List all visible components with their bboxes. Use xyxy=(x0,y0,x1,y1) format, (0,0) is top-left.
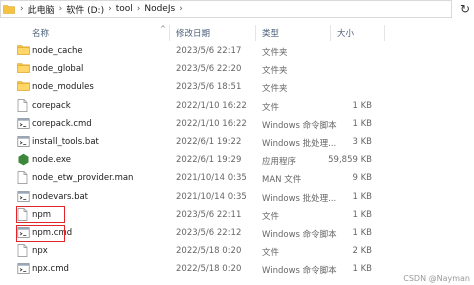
file-date: 2022/5/18 0:20 xyxy=(176,264,242,275)
file-row[interactable]: install_tools.bat 2022/6/1 19:22 Windows 批… xyxy=(0,133,474,151)
column-divider[interactable] xyxy=(255,25,256,41)
file-icon xyxy=(17,171,30,185)
file-size: 1 KB xyxy=(352,227,372,238)
file-type: MAN 文件 xyxy=(262,175,302,186)
cmd-icon xyxy=(17,117,30,130)
file-name: node_etw_provider.man xyxy=(32,173,134,184)
folder-nav-icon xyxy=(2,3,16,15)
column-name[interactable]: 名称 xyxy=(32,27,49,39)
breadcrumb-this-pc[interactable]: 此电脑 xyxy=(28,3,55,16)
file-date: 2022/5/18 0:20 xyxy=(176,246,242,257)
file-type: 文件 xyxy=(262,211,280,222)
file-date: 2022/1/10 16:22 xyxy=(176,118,247,129)
file-date: 2021/10/14 0:35 xyxy=(176,191,247,202)
breadcrumb-separator[interactable]: › xyxy=(179,4,183,14)
file-row[interactable]: nodevars.bat 2021/10/14 0:35 Windows 批处理..… xyxy=(0,188,474,206)
file-row[interactable]: node.exe 2022/6/1 19:29 应用程序 59,859 KB xyxy=(0,151,474,169)
file-icon xyxy=(17,244,30,257)
file-date: 2023/5/6 22:20 xyxy=(176,64,242,75)
file-row[interactable]: npm.cmd 2023/5/6 22:12 Windows 命令脚本 1 KB xyxy=(0,224,474,242)
file-size: 9 KB xyxy=(352,173,372,184)
cmd-icon xyxy=(17,262,30,275)
file-date: 2023/5/6 22:17 xyxy=(176,46,242,56)
file-name: npx.cmd xyxy=(32,264,69,275)
breadcrumb-separator[interactable]: › xyxy=(59,4,63,14)
file-size: 1 KB xyxy=(352,118,372,129)
file-date: 2023/5/6 18:51 xyxy=(176,82,242,93)
file-name: npx xyxy=(32,246,48,257)
file-explorer-window: › 此电脑 › 软件 (D:) › tool › NodeJs › ↻ ^ 名称… xyxy=(0,0,474,285)
file-size: 1 KB xyxy=(352,100,372,111)
file-date: 2022/6/1 19:29 xyxy=(176,155,242,166)
file-name: nodevars.bat xyxy=(32,191,89,202)
file-row[interactable]: npm 2023/5/6 22:11 文件 1 KB xyxy=(0,206,474,224)
cmd-icon xyxy=(17,135,30,148)
column-divider[interactable] xyxy=(169,25,170,41)
sort-up-icon: ^ xyxy=(160,25,166,33)
file-name: corepack xyxy=(32,100,71,111)
breadcrumb-nodejs[interactable]: NodeJs xyxy=(144,4,175,14)
folder-icon xyxy=(17,62,30,75)
file-type: 文件夹 xyxy=(262,48,288,58)
watermark: CSDN @Nayman xyxy=(403,274,470,283)
file-row[interactable]: corepack.cmd 2022/1/10 16:22 Windows 命令脚本 1… xyxy=(0,115,474,133)
file-row[interactable]: node_global 2023/5/6 22:20 文件夹 xyxy=(0,60,474,78)
file-list: node_cache 2023/5/6 22:17 文件夹 node_global 20… xyxy=(0,42,474,278)
column-date[interactable]: 修改日期 xyxy=(176,27,210,39)
breadcrumb-separator[interactable]: › xyxy=(137,4,141,14)
address-bar[interactable]: › 此电脑 › 软件 (D:) › tool › NodeJs › xyxy=(0,0,452,18)
breadcrumb-separator: › xyxy=(20,4,24,14)
file-date: 2022/6/1 19:22 xyxy=(176,136,242,147)
file-size: 2 KB xyxy=(352,246,372,257)
file-icon xyxy=(17,98,30,112)
breadcrumb-tool[interactable]: tool xyxy=(116,4,133,14)
file-row[interactable]: node_etw_provider.man 2021/10/14 0:35 MAN … xyxy=(0,169,474,187)
file-size: 1 KB xyxy=(352,191,372,202)
file-row[interactable]: corepack 2022/1/10 16:22 文件 1 KB xyxy=(0,97,474,115)
folder-icon xyxy=(17,44,30,57)
file-size: 1 KB xyxy=(352,209,372,220)
file-type: 文件 xyxy=(262,102,280,113)
column-size[interactable]: 大小 xyxy=(337,27,354,39)
file-row[interactable]: npx 2022/5/18 0:20 文件 2 KB xyxy=(0,242,474,260)
file-size: 3 KB xyxy=(352,136,372,147)
file-type: 文件夹 xyxy=(262,66,288,77)
file-date: 2022/1/10 16:22 xyxy=(176,100,247,111)
file-size: 1 KB xyxy=(352,264,372,275)
file-row[interactable]: node_cache 2023/5/6 22:17 文件夹 xyxy=(0,42,474,60)
file-date: 2023/5/6 22:12 xyxy=(176,227,242,238)
breadcrumb-drive-d[interactable]: 软件 (D:) xyxy=(66,3,104,16)
file-type: 文件 xyxy=(262,248,280,259)
file-date: 2021/10/14 0:35 xyxy=(176,173,247,184)
file-name: corepack.cmd xyxy=(32,118,92,129)
refresh-icon: ↻ xyxy=(459,2,471,16)
column-header: ^ 名称 修改日期 类型 大小 xyxy=(0,25,474,41)
refresh-button[interactable]: ↻ xyxy=(456,0,474,18)
cmd-icon xyxy=(17,190,30,203)
highlight-box xyxy=(16,206,65,224)
column-divider[interactable] xyxy=(384,25,385,41)
file-type: 应用程序 xyxy=(262,157,297,168)
file-size: 59,859 KB xyxy=(328,155,372,166)
file-name: install_tools.bat xyxy=(32,136,99,147)
breadcrumb-separator[interactable]: › xyxy=(108,4,112,14)
column-type[interactable]: 类型 xyxy=(262,27,279,39)
file-name: node_modules xyxy=(32,82,94,93)
file-name: node_cache xyxy=(32,46,83,56)
file-date: 2023/5/6 22:11 xyxy=(176,209,242,220)
file-row[interactable]: node_modules 2023/5/6 18:51 文件夹 xyxy=(0,78,474,96)
node-exe-icon xyxy=(17,153,30,166)
file-name: node.exe xyxy=(32,155,71,166)
file-name: node_global xyxy=(32,64,84,75)
file-type: 文件夹 xyxy=(262,84,288,95)
column-divider[interactable] xyxy=(330,25,331,41)
highlight-box xyxy=(16,224,65,242)
folder-icon xyxy=(17,80,30,93)
